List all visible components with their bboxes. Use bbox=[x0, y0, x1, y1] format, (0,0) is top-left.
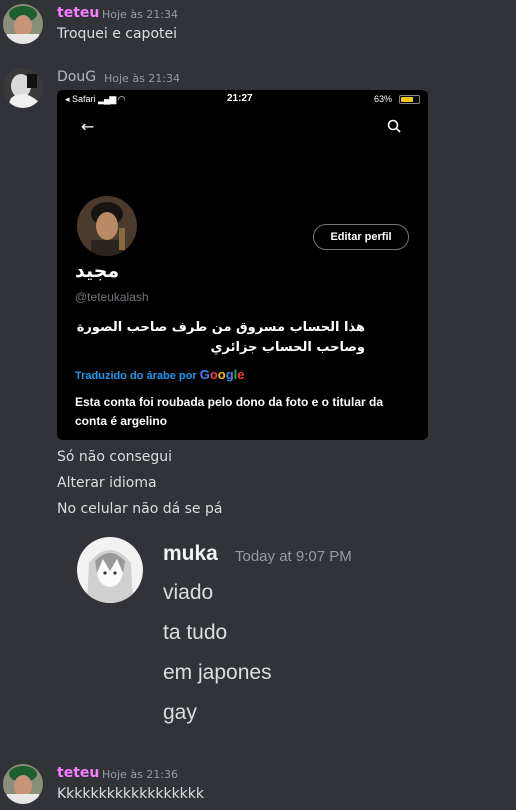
avatar-doug[interactable] bbox=[3, 68, 43, 108]
message-text: Alterar idioma bbox=[57, 475, 157, 491]
status-bar-carrier: ◂ Safari ▂▄▆ ◠ bbox=[65, 94, 126, 104]
arrow-left-icon[interactable]: ← bbox=[81, 117, 94, 136]
google-logo: Google bbox=[199, 367, 245, 382]
avatar-muka bbox=[77, 537, 143, 603]
battery-percent: 63% bbox=[374, 94, 393, 104]
timestamp: Hoje às 21:34 bbox=[102, 8, 178, 21]
search-icon[interactable] bbox=[387, 118, 401, 137]
battery-icon bbox=[399, 95, 420, 104]
quoted-message-line: em japones bbox=[163, 661, 272, 684]
username-doug[interactable]: DouG bbox=[57, 69, 96, 85]
translated-bio: Esta conta foi roubada pelo dono da foto… bbox=[75, 395, 384, 428]
timestamp: Hoje às 21:36 bbox=[102, 768, 178, 781]
edit-profile-button[interactable]: Editar perfil bbox=[313, 224, 409, 250]
timestamp: Hoje às 21:34 bbox=[104, 72, 180, 85]
username-teteu[interactable]: teteu bbox=[57, 5, 99, 21]
avatar-teteu[interactable] bbox=[3, 764, 43, 804]
profile-bio: هذا الحساب مسروق من طرف صاحب الصورة وصاح… bbox=[76, 320, 365, 355]
profile-display-name: مجيد bbox=[75, 260, 120, 282]
quoted-message-line: gay bbox=[163, 701, 197, 724]
message-text: No celular não dá se pá bbox=[57, 501, 223, 517]
profile-handle: @teteukalash bbox=[75, 290, 149, 304]
attached-image-twitter-profile[interactable]: ◂ Safari ▂▄▆ ◠ 21:27 63% ← Editar perfil… bbox=[57, 90, 428, 440]
message-text: Só não consegui bbox=[57, 449, 173, 465]
quoted-message-line: viado bbox=[163, 581, 214, 604]
signal-icon: ▂▄▆ bbox=[98, 94, 116, 104]
translated-by-link[interactable]: Traduzido do árabe por Google bbox=[75, 367, 245, 382]
quoted-message-line: ta tudo bbox=[163, 621, 228, 644]
avatar-teteu[interactable] bbox=[3, 4, 43, 44]
message-text: Kkkkkkkkkkkkkkkkkk bbox=[57, 786, 205, 802]
status-bar-time: 21:27 bbox=[227, 93, 253, 104]
quoted-author: muka bbox=[163, 542, 218, 565]
quoted-timestamp: Today at 9:07 PM bbox=[235, 548, 352, 565]
username-teteu[interactable]: teteu bbox=[57, 765, 99, 781]
wifi-icon: ◠ bbox=[117, 94, 126, 104]
profile-photo[interactable] bbox=[75, 194, 139, 258]
message-text: Troquei e capotei bbox=[57, 26, 178, 42]
